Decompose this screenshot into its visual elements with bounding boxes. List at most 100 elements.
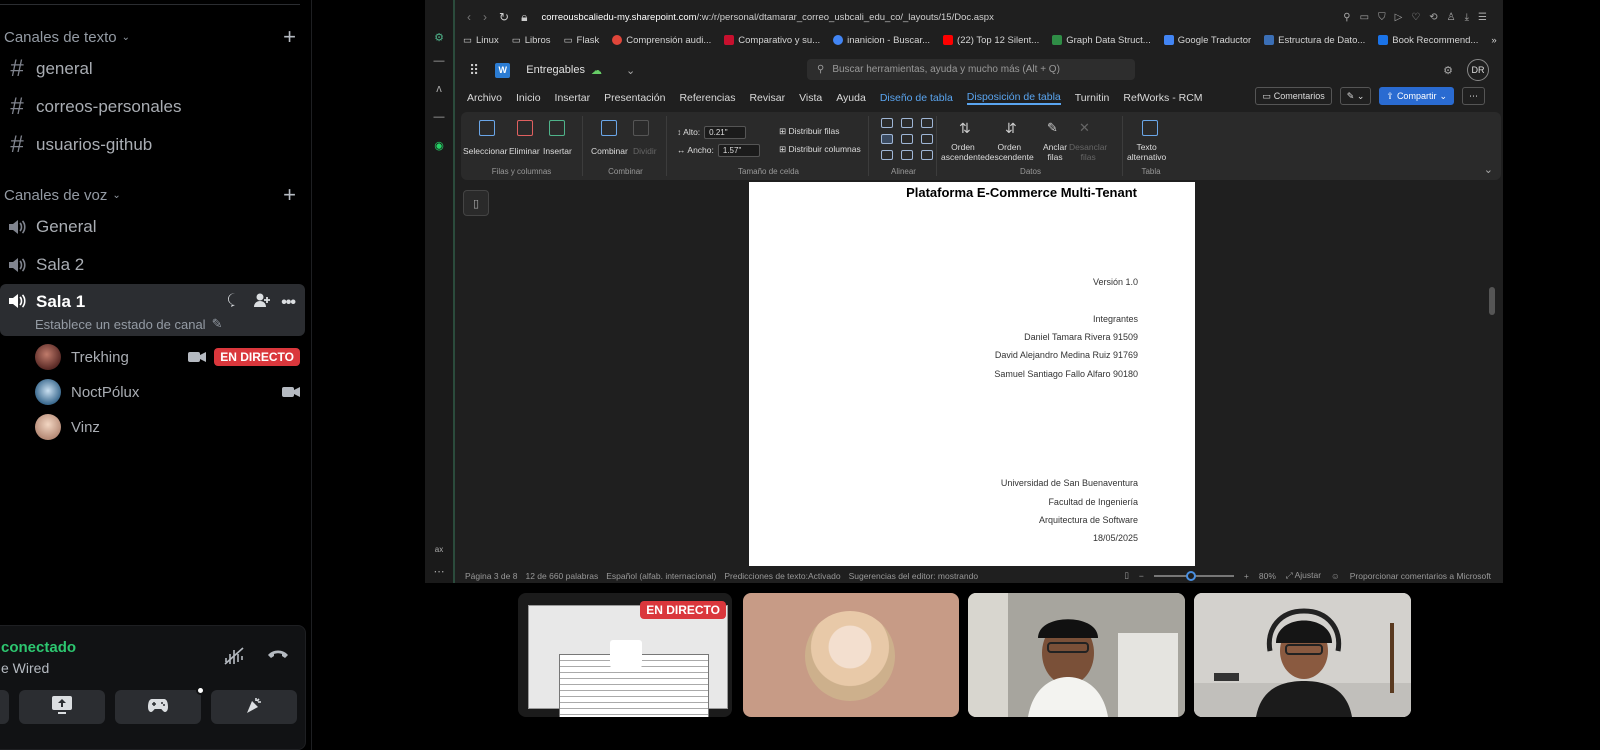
bookmark-graph[interactable]: Graph Data Struct... bbox=[1052, 35, 1151, 46]
invite-user-icon[interactable] bbox=[253, 292, 271, 313]
align-middle-center-icon[interactable] bbox=[901, 134, 913, 144]
alto-input[interactable]: 0.21" bbox=[704, 126, 747, 139]
align-top-center-icon[interactable] bbox=[901, 118, 913, 128]
align-middle-right-icon[interactable] bbox=[921, 134, 933, 144]
bookmark-book[interactable]: Book Recommend... bbox=[1378, 35, 1478, 46]
voice-channel-subtitle[interactable]: e Wired bbox=[1, 660, 49, 676]
forward-icon[interactable]: › bbox=[483, 10, 487, 25]
tab-disposicion-tabla[interactable]: Disposición de tabla bbox=[966, 91, 1061, 105]
language[interactable]: Español (alfab. internacional) bbox=[606, 571, 716, 581]
align-bottom-center-icon[interactable] bbox=[901, 150, 913, 160]
screen-share-button[interactable] bbox=[19, 690, 105, 724]
align-middle-left-icon[interactable] bbox=[881, 134, 893, 144]
participant-vinz[interactable]: Vinz bbox=[35, 412, 300, 442]
chevron-down-icon[interactable]: ⌄ bbox=[1484, 163, 1493, 176]
add-text-channel-icon[interactable]: + bbox=[283, 26, 296, 48]
download-icon[interactable]: ⤓ bbox=[1465, 12, 1469, 23]
zoom-in-icon[interactable]: + bbox=[1244, 571, 1249, 581]
comments-button[interactable]: ▭ Comentarios bbox=[1255, 87, 1332, 105]
bookmark-youtube[interactable]: (22) Top 12 Silent... bbox=[943, 35, 1039, 46]
url-text[interactable]: correousbcaliedu-my.sharepoint.com/:w:/r… bbox=[541, 12, 993, 23]
ax-icon[interactable]: ax bbox=[430, 540, 448, 558]
tab-presentacion[interactable]: Presentación bbox=[604, 92, 665, 104]
document-page[interactable]: Plataforma E-Commerce Multi-Tenant Versi… bbox=[749, 182, 1195, 566]
voice-channel-general[interactable]: General bbox=[0, 210, 305, 244]
channel-general[interactable]: # general bbox=[0, 52, 305, 86]
seleccionar-button[interactable]: Seleccionar bbox=[463, 146, 507, 156]
lock-icon[interactable]: 🔒︎ bbox=[521, 10, 527, 25]
extensions-icon[interactable]: ⟲ bbox=[1429, 12, 1437, 23]
whatsapp-icon[interactable]: ◉ bbox=[430, 136, 448, 154]
word-logo-icon[interactable]: W bbox=[495, 62, 511, 78]
reload-icon[interactable]: ↻ bbox=[499, 10, 509, 25]
distribuir-columnas-button[interactable]: ⊞ Distribuir columnas bbox=[779, 144, 861, 155]
tab-turnitin[interactable]: Turnitin bbox=[1075, 92, 1110, 104]
participant-trekhing[interactable]: Trekhing EN DIRECTO bbox=[35, 342, 300, 372]
noise-suppression-icon[interactable] bbox=[223, 646, 245, 671]
text-predictions[interactable]: Predicciones de texto:Activado bbox=[724, 571, 840, 581]
channel-usuarios-github[interactable]: # usuarios-github bbox=[0, 128, 305, 162]
heart-icon[interactable]: ♡ bbox=[1411, 12, 1420, 23]
page-view-icon[interactable]: ▯ bbox=[1124, 570, 1129, 581]
eliminar-button[interactable]: Eliminar bbox=[509, 146, 540, 156]
zoom-slider-knob[interactable] bbox=[1185, 570, 1196, 581]
feedback-link[interactable]: Proporcionar comentarios a Microsoft bbox=[1350, 571, 1491, 581]
document-name[interactable]: Entregables bbox=[526, 64, 585, 76]
back-icon[interactable]: ‹ bbox=[467, 10, 471, 25]
navigation-pane-button[interactable]: ▯ bbox=[463, 190, 489, 216]
shield-icon[interactable]: ⛉ bbox=[1378, 12, 1386, 23]
tab-inicio[interactable]: Inicio bbox=[516, 92, 541, 104]
vertical-scrollbar[interactable] bbox=[1489, 287, 1495, 315]
combinar-button[interactable]: Combinar bbox=[591, 146, 628, 156]
bookmark-flask[interactable]: ▭ Flask bbox=[564, 35, 600, 46]
chat-bubble-icon[interactable] bbox=[227, 292, 243, 313]
participant-noctpolux[interactable]: NoctPólux bbox=[35, 377, 300, 407]
anclar-filas-button[interactable]: Anclar filas bbox=[1043, 142, 1067, 162]
zoom-level[interactable]: 80% bbox=[1259, 571, 1276, 581]
disconnect-icon[interactable] bbox=[267, 646, 289, 671]
chevron-down-icon[interactable]: ⌄ bbox=[626, 64, 635, 77]
app-icon[interactable]: ᴧ bbox=[430, 80, 448, 98]
activities-button[interactable] bbox=[115, 686, 205, 724]
user-avatar[interactable]: DR bbox=[1467, 59, 1489, 81]
bookmark-inanicion[interactable]: inanicion - Buscar... bbox=[833, 35, 930, 46]
bookmark-linux[interactable]: ▭ Linux bbox=[463, 35, 499, 46]
address-bar[interactable]: ‹ › ↻ 🔒︎ correousbcaliedu-my.sharepoint.… bbox=[455, 6, 1503, 28]
insertar-button[interactable]: Insertar bbox=[543, 146, 572, 156]
participant-tile-camera[interactable] bbox=[968, 593, 1185, 717]
text-channels-header[interactable]: Canales de texto ⌄ + bbox=[4, 26, 296, 48]
more-options-icon[interactable]: ••• bbox=[281, 294, 296, 312]
distribuir-filas-button[interactable]: ⊞ Distribuir filas bbox=[779, 126, 840, 137]
voice-channel-sala-2[interactable]: Sala 2 bbox=[0, 248, 305, 282]
share-button[interactable]: ⇪ Compartir ⌄ bbox=[1379, 87, 1454, 105]
align-bottom-right-icon[interactable] bbox=[921, 150, 933, 160]
tab-diseno-tabla[interactable]: Diseño de tabla bbox=[880, 92, 953, 104]
voice-channel-sala-1[interactable]: Sala 1 Establece un estado de canal ✎ ••… bbox=[0, 284, 305, 336]
play-icon[interactable]: ▷ bbox=[1395, 12, 1403, 23]
add-voice-channel-icon[interactable]: + bbox=[283, 184, 296, 206]
align-top-left-icon[interactable] bbox=[881, 118, 893, 128]
bookmark-comprension[interactable]: Comprensión audi... bbox=[612, 35, 711, 46]
bookmark-comparativo[interactable]: Comparativo y su... bbox=[724, 35, 820, 46]
more-icon[interactable]: ⋯ bbox=[430, 562, 448, 580]
extension-icon[interactable]: ⚙ bbox=[430, 28, 448, 46]
search-input[interactable]: ⚲ Buscar herramientas, ayuda y mucho más… bbox=[807, 59, 1135, 80]
soundboard-button[interactable] bbox=[211, 690, 297, 724]
bookmark-traductor[interactable]: Google Traductor bbox=[1163, 35, 1251, 46]
tab-refworks[interactable]: RefWorks - RCM bbox=[1123, 92, 1202, 104]
settings-gear-icon[interactable]: ⚙ bbox=[1443, 64, 1453, 77]
channel-correos-personales[interactable]: # correos-personales bbox=[0, 90, 305, 124]
tab-ayuda[interactable]: Ayuda bbox=[836, 92, 866, 104]
zoom-out-icon[interactable]: − bbox=[1139, 571, 1144, 581]
pin-icon[interactable]: ⚲ bbox=[1343, 12, 1350, 23]
more-bookmarks-icon[interactable]: » bbox=[1491, 35, 1496, 46]
app-launcher-icon[interactable]: ⠿ bbox=[469, 62, 479, 79]
texto-alternativo-button[interactable]: Texto alternativo bbox=[1127, 142, 1166, 162]
bookmark-estructura[interactable]: Estructura de Dato... bbox=[1264, 35, 1365, 46]
page-count[interactable]: Página 3 de 8 bbox=[465, 571, 517, 581]
participant-tile-avatar[interactable] bbox=[743, 593, 959, 717]
align-bottom-left-icon[interactable] bbox=[881, 150, 893, 160]
channel-status-setter[interactable]: Establece un estado de canal ✎ bbox=[35, 316, 222, 332]
menu-icon[interactable]: ☰ bbox=[1478, 12, 1487, 23]
word-count[interactable]: 12 de 660 palabras bbox=[525, 571, 598, 581]
